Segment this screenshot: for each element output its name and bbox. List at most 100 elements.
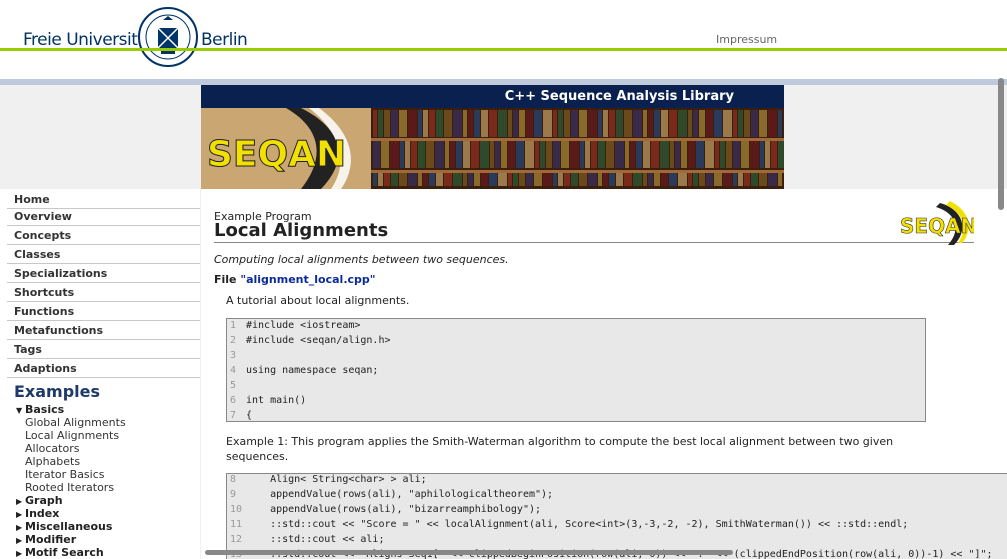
book-spine bbox=[543, 172, 552, 186]
book-spine bbox=[744, 110, 750, 137]
book-spine bbox=[675, 141, 680, 168]
book-spine bbox=[609, 110, 615, 137]
tree-leaf-allocators[interactable]: Allocators bbox=[25, 442, 79, 455]
tree-node-motif-search[interactable]: ▶ Motif Search bbox=[16, 546, 104, 559]
tree-leaf-rooted-iterators[interactable]: Rooted Iterators bbox=[25, 481, 114, 494]
sidebar-item-concepts[interactable]: Concepts bbox=[7, 227, 200, 245]
main-content: Example Program Local Alignments SEQAN C… bbox=[201, 189, 1007, 559]
sidebar-item-overview[interactable]: Overview bbox=[7, 208, 200, 226]
page-subtitle: Computing local alignments between two s… bbox=[214, 253, 509, 266]
sidebar-item-classes[interactable]: Classes bbox=[7, 246, 200, 264]
book-spine bbox=[534, 110, 542, 137]
tree-leaf-local-alignments[interactable]: Local Alignments bbox=[25, 429, 119, 442]
tree-leaf-iterator-basics[interactable]: Iterator Basics bbox=[25, 468, 105, 481]
code-text: #include <seqan/align.h> bbox=[246, 335, 391, 346]
tree-node-basics[interactable]: ▼ Basics bbox=[16, 403, 64, 416]
book-spine bbox=[516, 141, 524, 168]
book-spine bbox=[453, 110, 462, 137]
code-line: 5 bbox=[227, 380, 246, 391]
book-spine bbox=[513, 110, 518, 137]
book-spine bbox=[429, 110, 435, 137]
book-spine bbox=[603, 172, 608, 186]
book-spine bbox=[714, 110, 722, 137]
code-line: 8 Align< String<char> > ali; bbox=[227, 474, 427, 485]
code-text: { bbox=[246, 410, 253, 421]
seqan-logo: SEQAN bbox=[900, 201, 974, 245]
line-number: 6 bbox=[230, 395, 237, 406]
book-spine bbox=[489, 110, 497, 137]
book-spine bbox=[606, 141, 614, 168]
book-spine bbox=[759, 110, 767, 137]
book-spine bbox=[463, 172, 467, 186]
sidebar-item-functions[interactable]: Functions bbox=[7, 303, 200, 321]
book-spine bbox=[723, 110, 732, 137]
book-spine bbox=[436, 110, 443, 137]
banner-title: C++ Sequence Analysis Library bbox=[201, 85, 784, 108]
tree-node-label: Graph bbox=[25, 494, 63, 507]
book-spine bbox=[498, 110, 507, 137]
line-number: 4 bbox=[230, 365, 237, 376]
example-description: Example 1: This program applies the Smit… bbox=[226, 435, 894, 463]
book-spine bbox=[688, 172, 692, 186]
book-spine bbox=[418, 172, 422, 186]
book-spine bbox=[778, 141, 784, 168]
book-spine bbox=[616, 110, 623, 137]
header-green-rule bbox=[0, 48, 1007, 51]
triangle-right-icon: ▶ bbox=[16, 536, 23, 545]
book-spine bbox=[720, 141, 725, 168]
file-link[interactable]: "alignment_local.cpp" bbox=[240, 273, 375, 286]
book-spine bbox=[598, 110, 602, 137]
seqan-library-banner-image: SEQAN bbox=[201, 108, 784, 189]
horizontal-scrollbar[interactable] bbox=[205, 550, 733, 555]
tree-leaf-global-alignments[interactable]: Global Alignments bbox=[25, 416, 126, 429]
book-spine bbox=[519, 110, 525, 137]
book-spine bbox=[660, 141, 669, 168]
sidebar-item-tags[interactable]: Tags bbox=[7, 341, 200, 359]
book-spine bbox=[471, 141, 479, 168]
triangle-down-icon: ▼ bbox=[16, 406, 23, 415]
vertical-scrollbar[interactable] bbox=[998, 78, 1004, 210]
book-spine bbox=[418, 141, 425, 168]
book-spine bbox=[706, 110, 713, 137]
book-spine bbox=[561, 141, 569, 168]
book-spine bbox=[733, 172, 737, 186]
book-spine bbox=[399, 172, 407, 186]
book-spine bbox=[444, 110, 452, 137]
code-text: #include <iostream> bbox=[246, 320, 361, 331]
sidebar-item-metafunctions[interactable]: Metafunctions bbox=[7, 322, 200, 340]
tree-node-label: Motif Search bbox=[25, 546, 104, 559]
svg-text:SEQAN: SEQAN bbox=[900, 214, 974, 238]
book-spine bbox=[373, 141, 380, 168]
tree-node-modifier[interactable]: ▶ Modifier bbox=[16, 533, 76, 546]
book-spine bbox=[751, 110, 758, 137]
book-spine bbox=[778, 172, 782, 186]
sidebar-item-shortcuts[interactable]: Shortcuts bbox=[7, 284, 200, 302]
book-spine bbox=[693, 110, 698, 137]
book-spine bbox=[693, 172, 698, 186]
book-spine bbox=[481, 110, 488, 137]
svg-text:SEQAN: SEQAN bbox=[207, 134, 346, 175]
sidebar-item-specializations[interactable]: Specializations bbox=[7, 265, 200, 283]
book-spine bbox=[405, 141, 410, 168]
book-spine bbox=[616, 172, 623, 186]
tree-node-miscellaneous[interactable]: ▶ Miscellaneous bbox=[16, 520, 112, 533]
book-spine bbox=[408, 172, 417, 186]
tree-node-graph[interactable]: ▶ Graph bbox=[16, 494, 63, 507]
page-title: Local Alignments bbox=[214, 220, 389, 241]
book-spine bbox=[384, 110, 390, 137]
sidebar-item-home[interactable]: Home bbox=[7, 191, 200, 209]
code-line: 10 appendValue(rows(ali), "bizarreamphib… bbox=[227, 504, 541, 515]
book-spine bbox=[373, 172, 377, 186]
book-spine bbox=[633, 172, 642, 186]
book-spine bbox=[399, 110, 407, 137]
tree-leaf-alphabets[interactable]: Alphabets bbox=[25, 455, 80, 468]
tree-node-index[interactable]: ▶ Index bbox=[16, 507, 59, 520]
book-spine bbox=[373, 110, 377, 137]
book-spine bbox=[771, 141, 777, 168]
impressum-link[interactable]: Impressum bbox=[716, 33, 777, 46]
book-spine bbox=[681, 141, 687, 168]
sidebar-item-adaptions[interactable]: Adaptions bbox=[7, 360, 200, 378]
university-seal-logo[interactable] bbox=[137, 6, 199, 68]
tree-node-label: Modifier bbox=[25, 533, 77, 546]
code-text: appendValue(rows(ali), "bizarreamphibolo… bbox=[246, 504, 542, 515]
